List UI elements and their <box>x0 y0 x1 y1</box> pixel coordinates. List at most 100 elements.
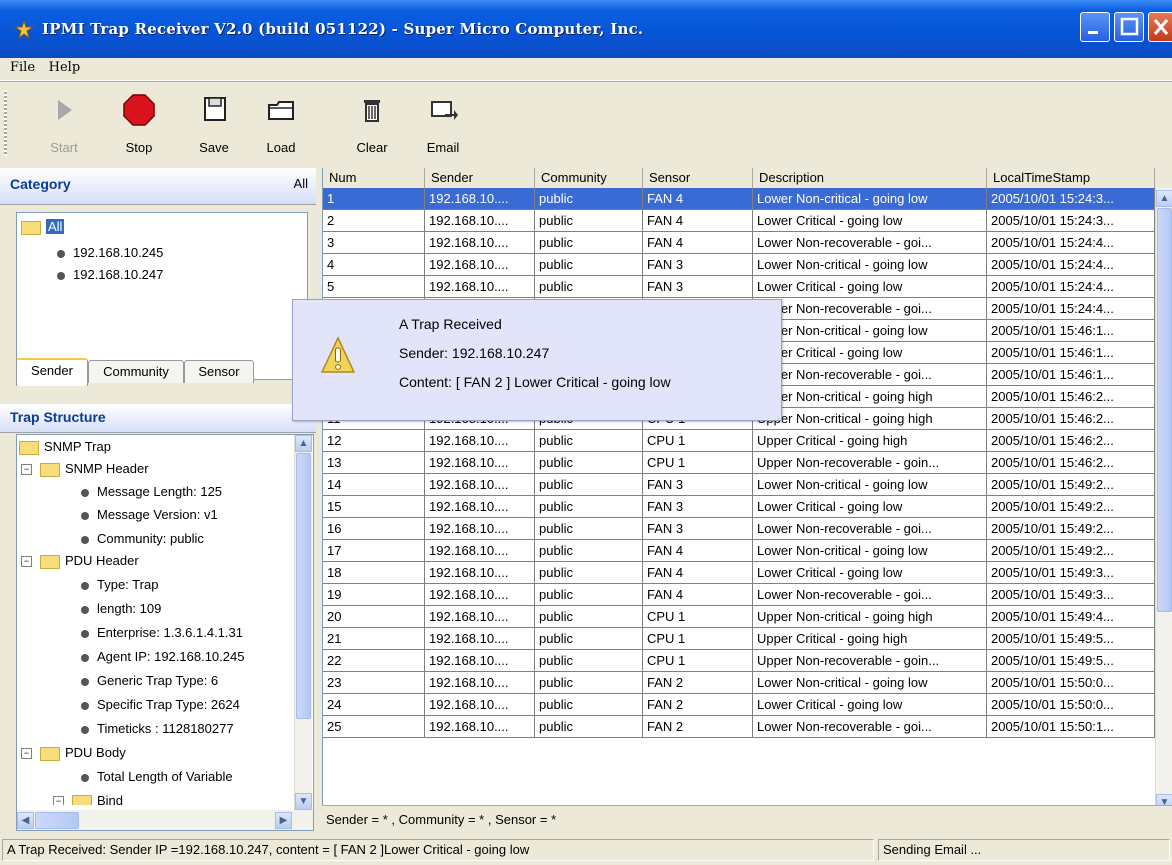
minimize-button[interactable] <box>1080 12 1110 42</box>
table-row[interactable]: 5 192.168.10.... public FAN 3 Lower Critical… <box>323 276 1155 298</box>
table-cell-community: public <box>535 232 643 254</box>
tree-node-length[interactable]: length: 109 <box>81 601 161 616</box>
tree-node-agent-ip[interactable]: Agent IP: 192.168.10.245 <box>81 649 244 664</box>
table-cell-num: 23 <box>323 672 425 694</box>
table-row[interactable]: 20 192.168.10.... public CPU 1 Upper Non-cri… <box>323 606 1155 628</box>
tree-node-timeticks[interactable]: Timeticks : 1128180277 <box>81 721 234 736</box>
category-root[interactable]: All <box>21 219 65 235</box>
tree-scroll-thumb[interactable] <box>296 453 311 719</box>
table-row[interactable]: 15 192.168.10.... public FAN 3 Lower Critica… <box>323 496 1155 518</box>
scroll-up-icon[interactable]: ▲ <box>1156 190 1172 207</box>
table-row[interactable]: 18 192.168.10.... public FAN 4 Lower Critica… <box>323 562 1155 584</box>
scroll-down-icon[interactable]: ▼ <box>295 793 312 810</box>
column-sender[interactable]: Sender <box>425 168 535 188</box>
category-all-button[interactable]: All <box>294 176 308 191</box>
tree-node-snmp-trap[interactable]: SNMP Trap <box>19 439 111 455</box>
tree-node-type[interactable]: Type: Trap <box>81 577 158 592</box>
tab-sender[interactable]: Sender <box>16 358 88 386</box>
tree-horizontal-scrollbar[interactable]: ◀ ▶ <box>17 810 313 830</box>
table-row[interactable]: 21 192.168.10.... public CPU 1 Upper Critica… <box>323 628 1155 650</box>
table-cell-localtimestamp: 2005/10/01 15:46:2... <box>987 430 1155 452</box>
table-row[interactable]: 19 192.168.10.... public FAN 4 Lower Non-rec… <box>323 584 1155 606</box>
tree-node-pdu-body[interactable]: − PDU Body <box>21 745 126 761</box>
column-sensor[interactable]: Sensor <box>643 168 753 188</box>
table-row[interactable]: 23 192.168.10.... public FAN 2 Lower Non-cri… <box>323 672 1155 694</box>
maximize-button[interactable] <box>1114 12 1144 42</box>
table-row[interactable]: 13 192.168.10.... public CPU 1 Upper Non-rec… <box>323 452 1155 474</box>
close-button[interactable] <box>1148 12 1172 42</box>
window-title: IPMI Trap Receiver V2.0 (build 051122) -… <box>42 20 644 38</box>
tree-node-specific-trap-type[interactable]: Specific Trap Type: 2624 <box>81 697 240 712</box>
email-button[interactable]: Email <box>413 90 473 160</box>
start-button[interactable]: Start <box>34 90 94 160</box>
stop-button[interactable]: Stop <box>109 90 169 160</box>
category-item-192-168-10-245[interactable]: 192.168.10.245 <box>57 245 163 260</box>
table-scroll-thumb[interactable] <box>1157 208 1172 612</box>
tree-node-generic-trap-type[interactable]: Generic Trap Type: 6 <box>81 673 218 688</box>
tree-node-pdu-header[interactable]: − PDU Header <box>21 553 139 569</box>
table-row[interactable]: 1 192.168.10.... public FAN 4 Lower Non-crit… <box>323 188 1155 210</box>
column-num[interactable]: Num <box>323 168 425 188</box>
table-cell-community: public <box>535 540 643 562</box>
column-community[interactable]: Community <box>535 168 643 188</box>
tree-node-bind[interactable]: − Bind <box>53 793 123 805</box>
table-cell-description: Lower Non-recoverable - goi... <box>753 298 987 320</box>
table-row[interactable]: 4 192.168.10.... public FAN 3 Lower Non-crit… <box>323 254 1155 276</box>
table-row[interactable]: 12 192.168.10.... public CPU 1 Upper Critica… <box>323 430 1155 452</box>
trap-notification-popup[interactable]: A Trap Received Sender: 192.168.10.247 C… <box>292 299 782 421</box>
tree-vertical-scrollbar[interactable]: ▲ ▼ <box>294 435 312 810</box>
save-button[interactable]: Save <box>184 90 244 160</box>
collapse-icon[interactable]: − <box>53 796 64 805</box>
table-row[interactable]: 14 192.168.10.... public FAN 3 Lower Non-cri… <box>323 474 1155 496</box>
tree-hscroll-thumb[interactable] <box>35 812 79 829</box>
collapse-icon[interactable]: − <box>21 748 32 760</box>
trap-structure-tree[interactable]: SNMP Trap − SNMP Header Message Length: 1… <box>16 434 314 831</box>
status-bar: A Trap Received: Sender IP =192.168.10.2… <box>0 836 1172 865</box>
collapse-icon[interactable]: − <box>21 556 32 568</box>
table-cell-num: 22 <box>323 650 425 672</box>
scroll-right-icon[interactable]: ▶ <box>275 812 292 829</box>
menu-file[interactable]: File <box>10 60 35 75</box>
tree-node-label: length: 109 <box>97 601 162 616</box>
tree-node-message-version[interactable]: Message Version: v1 <box>81 507 218 522</box>
table-row[interactable]: 22 192.168.10.... public CPU 1 Upper Non-rec… <box>323 650 1155 672</box>
table-row[interactable]: 24 192.168.10.... public FAN 2 Lower Critica… <box>323 694 1155 716</box>
clear-button[interactable]: Clear <box>342 90 402 160</box>
tab-community[interactable]: Community <box>88 360 184 383</box>
table-cell-description: Lower Non-recoverable - goi... <box>753 232 987 254</box>
column-description[interactable]: Description <box>753 168 987 188</box>
title-bar: IPMI Trap Receiver V2.0 (build 051122) -… <box>0 0 1172 58</box>
tree-node-total-length[interactable]: Total Length of Variable <box>81 769 233 784</box>
tree-node-snmp-header[interactable]: − SNMP Header <box>21 461 149 477</box>
category-item-192-168-10-247[interactable]: 192.168.10.247 <box>57 267 163 282</box>
column-localtimestamp[interactable]: LocalTimeStamp <box>987 168 1155 188</box>
table-cell-sender: 192.168.10.... <box>425 716 535 738</box>
table-cell-num: 25 <box>323 716 425 738</box>
tree-node-message-length[interactable]: Message Length: 125 <box>81 484 222 499</box>
category-tree[interactable]: All 192.168.10.245 192.168.10.247 <box>16 212 308 380</box>
table-row[interactable]: 16 192.168.10.... public FAN 3 Lower Non-rec… <box>323 518 1155 540</box>
bullet-icon <box>81 653 89 662</box>
scroll-left-icon[interactable]: ◀ <box>17 812 34 829</box>
table-cell-sensor: FAN 2 <box>643 694 753 716</box>
tab-sensor[interactable]: Sensor <box>184 360 254 383</box>
table-row[interactable]: 2 192.168.10.... public FAN 4 Lower Critical… <box>323 210 1155 232</box>
folder-icon <box>40 746 60 761</box>
load-button[interactable]: Load <box>251 90 311 160</box>
toolbar-grip[interactable] <box>4 90 7 156</box>
scroll-up-icon[interactable]: ▲ <box>295 435 312 452</box>
table-row[interactable]: 3 192.168.10.... public FAN 4 Lower Non-reco… <box>323 232 1155 254</box>
folder-icon <box>19 440 39 455</box>
table-vertical-scrollbar[interactable]: ▲ ▼ <box>1155 188 1172 805</box>
table-row[interactable]: 17 192.168.10.... public FAN 4 Lower Non-cri… <box>323 540 1155 562</box>
collapse-icon[interactable]: − <box>21 464 32 476</box>
table-cell-sender: 192.168.10.... <box>425 496 535 518</box>
tree-node-enterprise[interactable]: Enterprise: 1.3.6.1.4.1.31 <box>81 625 243 640</box>
bullet-icon <box>81 677 89 686</box>
table-row[interactable]: 25 192.168.10.... public FAN 2 Lower Non-rec… <box>323 716 1155 738</box>
table-cell-num: 16 <box>323 518 425 540</box>
menu-help[interactable]: Help <box>49 60 81 75</box>
tree-node-community[interactable]: Community: public <box>81 531 204 546</box>
table-cell-community: public <box>535 584 643 606</box>
scroll-down-icon[interactable]: ▼ <box>1156 794 1172 805</box>
